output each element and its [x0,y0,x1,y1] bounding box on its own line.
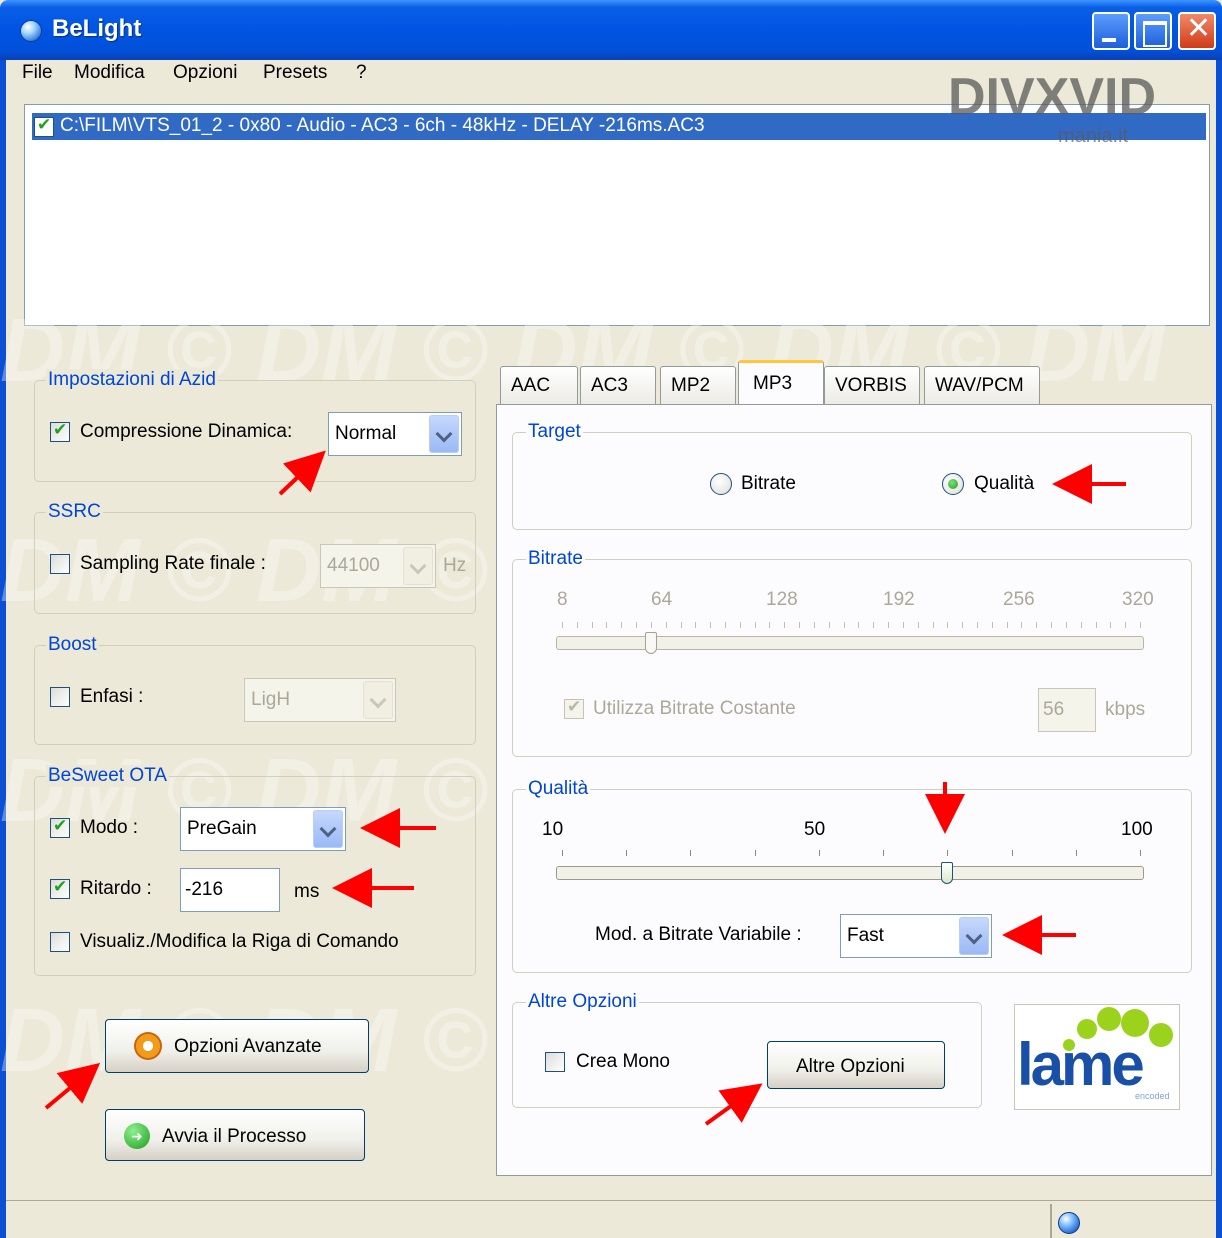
arrow-dynamic-compression [278,450,326,496]
status-separator [1050,1204,1052,1238]
red-annotation-arrows [44,450,1126,1126]
arrow-advanced-options [44,1062,101,1110]
status-bar [6,1200,1216,1238]
tab-mp3-label: MP3 [753,373,793,394]
globe-icon[interactable] [1058,1212,1080,1234]
arrow-other-options [704,1083,763,1126]
tab-mp3[interactable]: MP3 [738,360,824,404]
